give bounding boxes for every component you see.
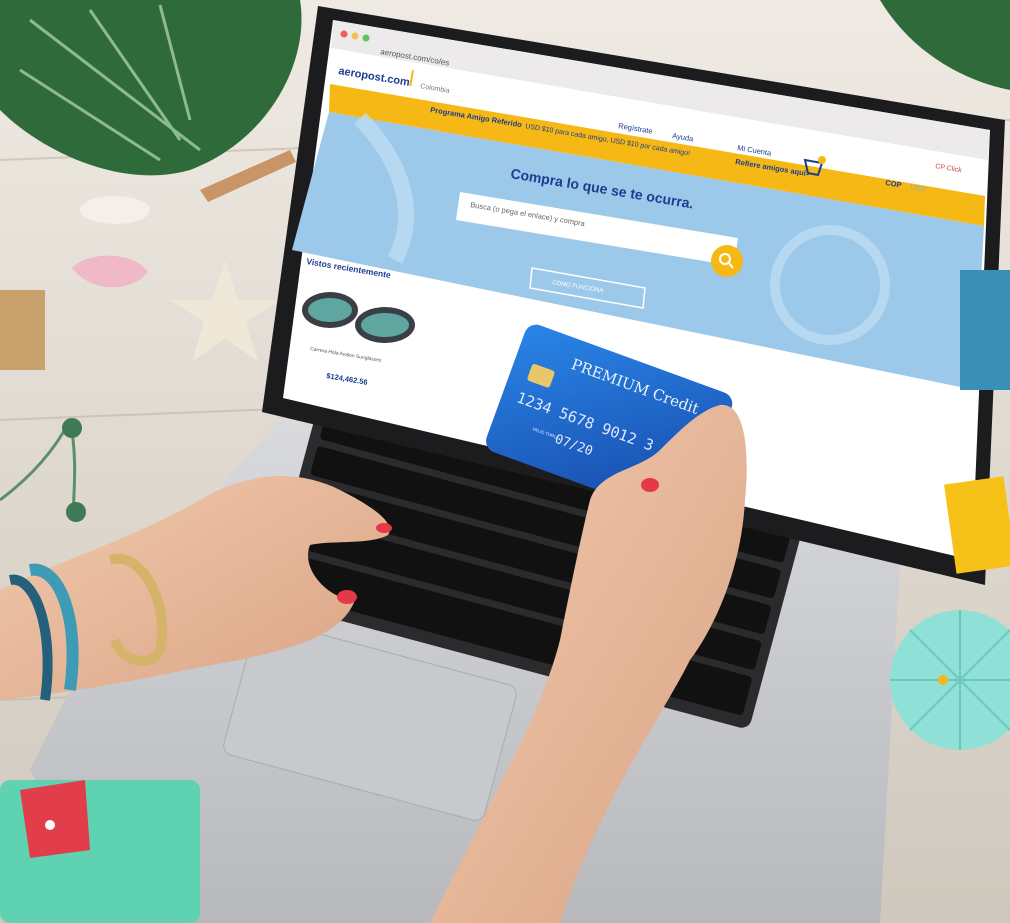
wood-block [0, 290, 45, 370]
fingernail-left [337, 590, 357, 604]
fingernail [641, 478, 659, 492]
shopping-photo: aeropost.com/co/es CP Click aeropost.com… [0, 0, 1010, 923]
mint-wallet [0, 780, 200, 923]
blue-sign [960, 270, 1010, 390]
search-button[interactable] [711, 245, 743, 277]
shell [80, 196, 150, 224]
fingernail-left-2 [376, 523, 392, 533]
